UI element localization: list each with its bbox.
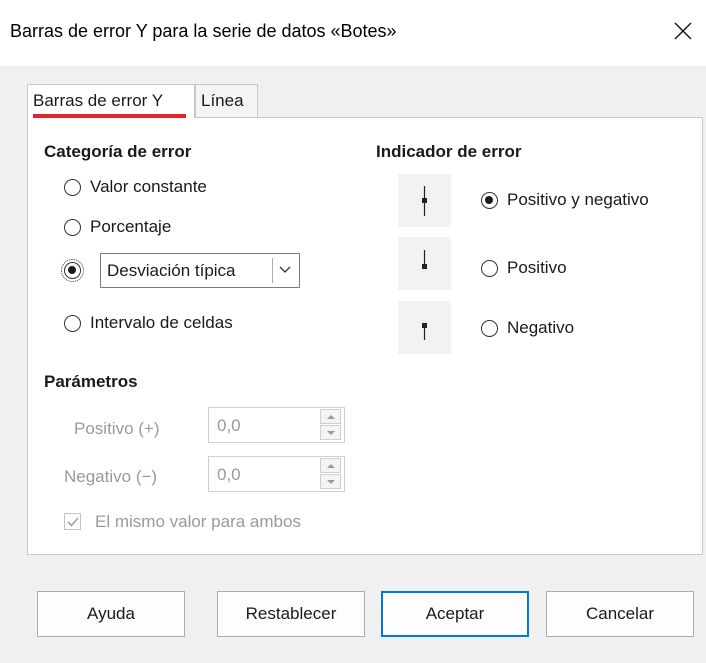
radio-constant-value[interactable]: Valor constante <box>64 177 207 197</box>
radio-label: Positivo y negativo <box>507 190 649 209</box>
negative-indicator-icon <box>398 301 451 354</box>
error-indicator-heading: Indicador de error <box>376 142 522 161</box>
spin-up-button[interactable] <box>320 409 341 424</box>
same-value-checkbox[interactable] <box>64 513 81 530</box>
dialog-title-bar: Barras de error Y para la serie de datos… <box>0 0 706 66</box>
tab-y-error-bars-label: Barras de error Y <box>33 91 164 110</box>
positive-label: Positivo (+) <box>74 419 160 438</box>
radio-button[interactable] <box>64 218 81 236</box>
close-icon <box>674 22 692 40</box>
positive-and-negative-indicator-icon <box>398 174 451 227</box>
triangle-up-icon <box>327 464 335 468</box>
radio-button[interactable] <box>64 178 81 196</box>
reset-button[interactable]: Restablecer <box>217 591 365 637</box>
radio-button[interactable] <box>481 191 498 209</box>
radio-label: Positivo <box>507 258 567 277</box>
radio-label: Intervalo de celdas <box>90 313 233 332</box>
same-value-label: El mismo valor para ambos <box>95 512 301 531</box>
radio-label: Negativo <box>507 318 575 337</box>
negative-spinbox[interactable]: 0,0 <box>208 456 345 492</box>
tab-line[interactable]: Línea <box>195 84 258 117</box>
radio-cell-range[interactable]: Intervalo de celdas <box>64 313 233 333</box>
radio-button[interactable] <box>481 319 498 337</box>
radio-positive[interactable]: Positivo <box>481 258 567 278</box>
radio-label: Porcentaje <box>90 217 172 236</box>
tab-y-error-bars[interactable]: Barras de error Y <box>27 84 195 118</box>
positive-spinbox[interactable]: 0,0 <box>208 407 345 443</box>
spin-down-button[interactable] <box>320 474 341 489</box>
dialog-title: Barras de error Y para la serie de datos… <box>10 21 397 41</box>
spin-down-button[interactable] <box>320 425 341 440</box>
negative-value: 0,0 <box>217 465 241 484</box>
triangle-down-icon <box>327 480 335 484</box>
checkmark-icon <box>67 517 79 527</box>
function-select-value: Desviación típica <box>107 261 236 280</box>
triangle-down-icon <box>327 431 335 435</box>
ok-button[interactable]: Aceptar <box>381 591 529 637</box>
radio-label: Valor constante <box>90 177 207 196</box>
radio-button[interactable] <box>61 259 84 282</box>
triangle-up-icon <box>327 415 335 419</box>
dropdown-button[interactable] <box>272 258 297 283</box>
tab-line-label: Línea <box>201 91 244 110</box>
spin-up-button[interactable] <box>320 458 341 473</box>
radio-positive-and-negative[interactable]: Positivo y negativo <box>481 190 649 210</box>
radio-button[interactable] <box>64 314 81 332</box>
radio-percentage[interactable]: Porcentaje <box>64 217 171 237</box>
spin-buttons <box>320 458 343 490</box>
radio-button[interactable] <box>481 259 498 277</box>
radio-negative[interactable]: Negativo <box>481 318 574 338</box>
chevron-down-icon <box>279 266 291 273</box>
help-button[interactable]: Ayuda <box>37 591 185 637</box>
spin-buttons <box>320 409 343 441</box>
function-select[interactable]: Desviación típica <box>100 253 300 288</box>
parameters-heading: Parámetros <box>44 372 138 391</box>
negative-label: Negativo (−) <box>64 467 158 486</box>
radio-function[interactable] <box>61 259 90 282</box>
close-button[interactable] <box>660 10 706 56</box>
positive-value: 0,0 <box>217 416 241 435</box>
positive-indicator-icon <box>398 237 451 290</box>
active-tab-indicator <box>33 114 186 118</box>
error-category-heading: Categoría de error <box>44 142 192 161</box>
cancel-button[interactable]: Cancelar <box>546 591 694 637</box>
